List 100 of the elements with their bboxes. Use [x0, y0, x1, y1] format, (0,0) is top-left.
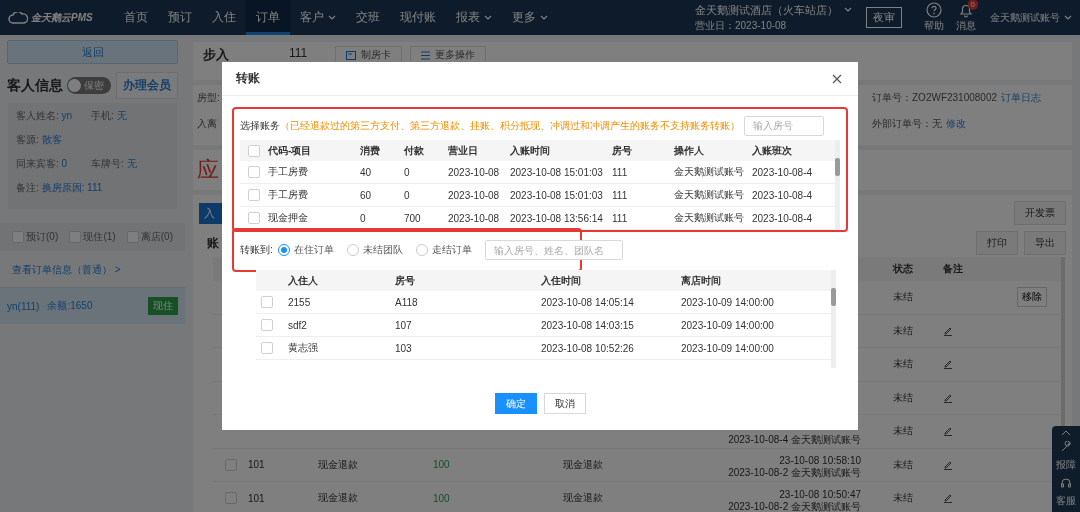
column-header: 入账班次: [752, 143, 793, 158]
nav-tab[interactable]: 预订: [158, 0, 202, 35]
order-info-link[interactable]: 查看订单信息（普通） >: [12, 263, 173, 277]
notification-badge: 0: [967, 0, 978, 10]
table-cell-text: 107: [395, 319, 413, 331]
table-cell-text: 2023-10-08-4: [752, 212, 814, 224]
invoice-button[interactable]: 开发票: [1014, 201, 1066, 225]
column-header: 状态: [893, 262, 913, 276]
radio-option[interactable]: 未结团队: [346, 243, 403, 257]
pencil-icon[interactable]: [943, 359, 953, 370]
column-header: 消费: [360, 143, 381, 158]
messages-button[interactable]: 消息 0: [950, 2, 982, 33]
export-button[interactable]: 导出: [1024, 231, 1066, 255]
guest-name: yn(111): [7, 300, 40, 312]
section-title: 客人信息: [7, 76, 63, 95]
amount-title: 应: [197, 156, 219, 184]
member-button[interactable]: 办理会员: [116, 72, 178, 99]
column-header: 付款: [404, 143, 425, 158]
cancel-button[interactable]: 取消: [543, 393, 586, 414]
section-title: 账: [207, 234, 219, 252]
checkbox[interactable]: [248, 212, 260, 224]
pencil-icon[interactable]: [943, 493, 953, 504]
dialog-title: 转账: [236, 70, 260, 87]
help-button[interactable]: 帮助: [918, 2, 950, 33]
table-cell-text: 2023-10-08 14:05:14: [541, 296, 635, 308]
table-cell-text: 0: [404, 166, 411, 178]
nav-tab[interactable]: 首页: [114, 0, 158, 35]
print-button[interactable]: 打印: [976, 231, 1018, 255]
account-name[interactable]: 金天鹅测试账号: [990, 10, 1060, 25]
table-cell-text: 0: [404, 189, 411, 201]
table-cell: 现金退款: [563, 457, 603, 472]
nav-tab[interactable]: 订单: [246, 0, 290, 35]
checkbox[interactable]: [261, 319, 273, 331]
pencil-icon[interactable]: [943, 459, 953, 470]
chevron-up-icon[interactable]: [1061, 430, 1071, 437]
radio-option[interactable]: 在住订单: [277, 243, 334, 257]
nav-tab[interactable]: 入住: [202, 0, 246, 35]
table-cell: 23-10-08 10:50:47: [779, 488, 861, 501]
table-cell-text: 2023-10-08-4: [752, 166, 814, 178]
night-audit-button[interactable]: 夜审: [866, 7, 902, 28]
room-number: 111: [289, 46, 308, 60]
wrench-icon[interactable]: [1060, 441, 1072, 454]
table-cell-text: 现金押金: [268, 211, 309, 225]
column-header: 入住时间: [541, 273, 582, 288]
checkbox[interactable]: [248, 189, 260, 201]
confirm-button[interactable]: 确定: [494, 393, 537, 414]
cloud-icon: [8, 11, 28, 24]
nav-tab[interactable]: 报表: [446, 0, 502, 35]
headset-icon[interactable]: [1060, 476, 1072, 489]
filter-label: 预订(0): [26, 230, 59, 244]
table-cell-text: 手工房费: [268, 188, 309, 202]
table-cell: 现金退款: [318, 457, 358, 472]
checkbox[interactable]: [261, 296, 273, 308]
service-label[interactable]: 客服: [1056, 493, 1076, 508]
help-icon: [926, 2, 942, 18]
checkbox[interactable]: [248, 166, 260, 178]
pencil-icon[interactable]: [943, 392, 953, 403]
field-label: 选择账务: [240, 118, 280, 133]
table-cell-text: 2023-10-08 13:56:14: [510, 212, 604, 224]
table-cell: 2023-10-08-2 金天鹅测试账号: [728, 467, 861, 479]
table-cell: 未结: [893, 323, 913, 338]
report-label[interactable]: 报障: [1056, 458, 1076, 472]
table-cell-text: 2023-10-08: [448, 166, 501, 178]
note-text: （已经退款过的第三方支付、第三方退款、挂账、积分抵现、冲调过和冲调产生的账务不支持账务转账）: [280, 118, 740, 133]
table-cell-text: 黄志强: [288, 341, 319, 355]
order-log-link[interactable]: 订单日志: [1001, 92, 1042, 103]
chevron-down-icon: [484, 14, 492, 21]
chevron-down-icon: [540, 14, 548, 21]
pencil-icon[interactable]: [943, 325, 953, 336]
hotel-name[interactable]: 金天鹅测试酒店（火车站店）: [695, 2, 838, 18]
radio-option[interactable]: 走结订单: [415, 243, 472, 257]
table-cell-text: 2023-10-08: [448, 212, 501, 224]
nav-tab[interactable]: 现付账: [390, 0, 446, 35]
guest-row[interactable]: yn(111) 余额:1650 现住: [0, 287, 185, 324]
checkbox[interactable]: [261, 342, 273, 354]
nav-tab[interactable]: 客户: [290, 0, 346, 35]
column-header: 代码-项目: [268, 143, 313, 158]
app-logo: 金天鹅云PMS: [31, 10, 93, 25]
remove-button[interactable]: 移除: [1017, 287, 1047, 308]
table-cell-text: 2023-10-09 14:00:00: [681, 296, 775, 308]
room-search-field[interactable]: 输入房号: [744, 115, 824, 136]
column-header: 房号: [612, 143, 633, 158]
table-cell-text: 40: [360, 166, 373, 178]
table-cell-text: 金天鹅测试账号: [674, 188, 745, 202]
table-cell: 23-10-08 10:58:10: [779, 455, 861, 467]
list-icon: [421, 50, 431, 60]
edit-link[interactable]: 修改: [946, 118, 966, 129]
field-label: 转账到:: [240, 243, 273, 257]
column-header: 备注: [943, 262, 963, 276]
table-cell: 100: [433, 492, 450, 504]
table-cell: 101: [248, 459, 265, 471]
checkbox[interactable]: [248, 144, 260, 157]
table-cell-text: 2023-10-08 15:01:03: [510, 189, 604, 201]
nav-tab[interactable]: 更多: [502, 0, 558, 35]
nav-tab[interactable]: 交班: [346, 0, 390, 35]
bell-icon: [958, 2, 974, 18]
pencil-icon[interactable]: [943, 426, 953, 437]
guest-search-field[interactable]: 输入房号、姓名、团队名: [484, 240, 623, 260]
card-icon: [346, 50, 357, 60]
table-cell-text: 700: [404, 212, 422, 224]
